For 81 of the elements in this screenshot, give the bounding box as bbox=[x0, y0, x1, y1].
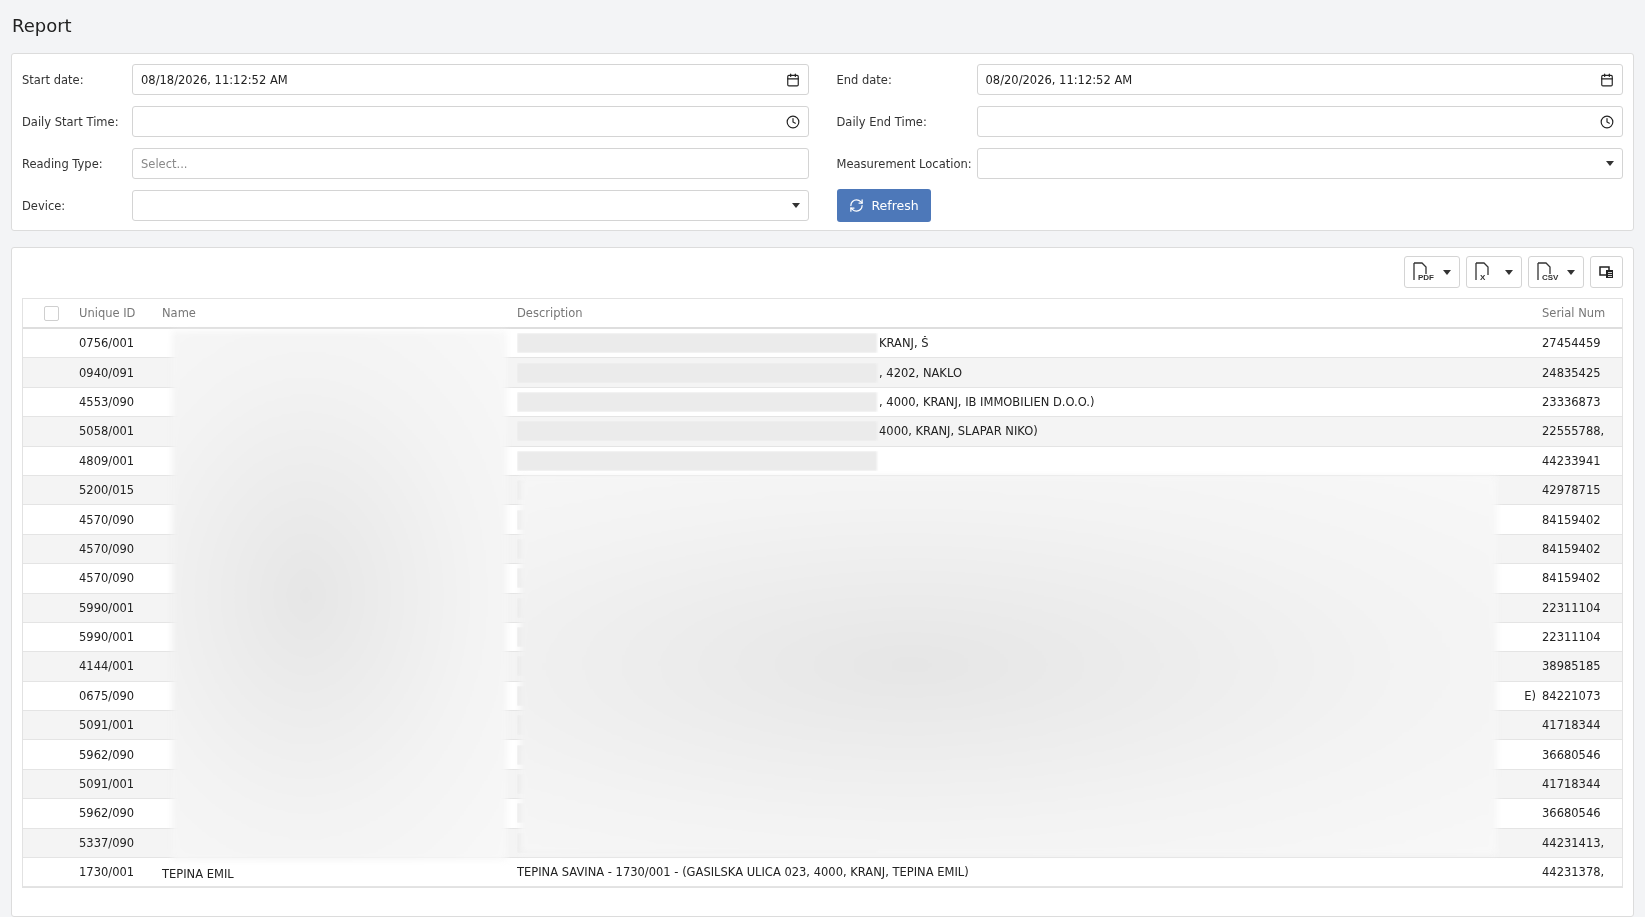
time-field[interactable] bbox=[132, 106, 809, 137]
table-cell-text: 27454459 bbox=[1542, 336, 1602, 351]
field-label: Start date: bbox=[22, 72, 85, 87]
table-cell-text: 84221073 bbox=[1542, 688, 1602, 703]
table-cell-text: 0756/001 bbox=[79, 336, 136, 351]
caret-icon bbox=[1505, 269, 1513, 275]
columns-button[interactable] bbox=[1590, 256, 1623, 288]
caret-icon bbox=[1606, 161, 1614, 166]
table-cell-text: 0675/090 bbox=[79, 688, 136, 703]
table-cell-text: 41718344 bbox=[1542, 718, 1602, 733]
table-cell-text: 44231378, bbox=[1542, 865, 1606, 880]
clock-icon bbox=[1600, 114, 1614, 129]
table-cell-text: 36680546 bbox=[1542, 747, 1602, 762]
table-cell-text: 5058/001 bbox=[79, 424, 136, 439]
table-cell-text: 4570/090 bbox=[79, 571, 136, 586]
refresh-icon bbox=[848, 198, 864, 213]
table-cell-text: 36680546 bbox=[1542, 806, 1602, 821]
table-cell-text: 1730/001 bbox=[79, 865, 136, 880]
table-cell-text: 5337/090 bbox=[79, 835, 136, 850]
page-title: Report bbox=[12, 14, 73, 38]
export-button[interactable]: X bbox=[1466, 256, 1522, 288]
table-cell: 4000, KRANJ, SLAPAR NIKO) bbox=[879, 424, 1038, 439]
table-cell-text: 42978715 bbox=[1542, 483, 1602, 498]
caret-icon bbox=[1443, 269, 1451, 275]
table-cell-text: 5990/001 bbox=[79, 600, 136, 615]
time-field[interactable] bbox=[976, 106, 1623, 137]
dropdown-field[interactable] bbox=[132, 190, 809, 221]
table-cell-text: 84159402 bbox=[1542, 571, 1602, 586]
table-cell-text: 4570/090 bbox=[79, 541, 136, 556]
table-cell-text: 5091/001 bbox=[79, 718, 136, 733]
table-cell-text: 5091/001 bbox=[79, 777, 136, 792]
table-cell-text: 22311104 bbox=[1542, 600, 1602, 615]
caret-icon bbox=[791, 203, 800, 208]
select-all-checkbox[interactable] bbox=[43, 305, 59, 321]
table-cell-text: 0940/091 bbox=[79, 365, 136, 380]
export-button[interactable]: CSV bbox=[1528, 256, 1584, 288]
column-header[interactable]: Unique ID bbox=[79, 306, 162, 320]
table-cell-text: 38985185 bbox=[1542, 659, 1602, 674]
table-cell: , 4000, KRANJ, IB IMMOBILIEN D.O.O.) bbox=[879, 394, 1095, 409]
table-cell-text: 22311104 bbox=[1542, 630, 1602, 645]
field-label: End date: bbox=[836, 72, 893, 87]
field-label: Reading Type: bbox=[22, 156, 104, 171]
table-cell: E) bbox=[1524, 688, 1536, 703]
column-header[interactable]: Name bbox=[162, 306, 517, 320]
calendar-icon bbox=[785, 72, 800, 87]
field-label: Device: bbox=[22, 198, 67, 213]
field-label: Daily End Time: bbox=[836, 114, 928, 129]
columns-icon bbox=[1599, 265, 1614, 279]
field-label: Daily Start Time: bbox=[22, 114, 120, 129]
table-cell-text: 84159402 bbox=[1542, 541, 1602, 556]
table-cell-text: 22555788, bbox=[1542, 424, 1606, 439]
calendar-icon bbox=[1600, 72, 1614, 87]
caret-icon bbox=[1567, 269, 1575, 275]
column-header[interactable]: Description bbox=[517, 306, 1542, 320]
table-cell: TEPINA EMIL bbox=[162, 866, 234, 881]
field-label: Measurement Location: bbox=[836, 156, 973, 171]
date-field[interactable]: 08/20/2026, 11:12:52 AM bbox=[976, 64, 1623, 95]
table-cell-text: 23336873 bbox=[1542, 394, 1602, 409]
table-cell-text: 44231413, bbox=[1542, 835, 1606, 850]
table-cell-text: 84159402 bbox=[1542, 512, 1602, 527]
refresh-button[interactable]: Refresh bbox=[836, 189, 931, 222]
table-cell-text: 5962/090 bbox=[79, 747, 136, 762]
table-cell-text: 5200/015 bbox=[79, 483, 136, 498]
table-cell: TEPINA SAVINA - 1730/001 - (GASILSKA ULICA 023, 4000, KRANJ, TEPINA EMIL) bbox=[517, 865, 969, 880]
export-button[interactable]: PDF bbox=[1404, 256, 1460, 288]
select-field[interactable]: Select... bbox=[132, 148, 809, 179]
table-cell: , 4202, NAKLO bbox=[879, 365, 962, 380]
table-cell-text: 5962/090 bbox=[79, 806, 136, 821]
table-cell: KRANJ, Š bbox=[879, 336, 929, 351]
date-field[interactable]: 08/18/2026, 11:12:52 AM bbox=[132, 64, 809, 95]
table-cell-text: 41718344 bbox=[1542, 777, 1602, 792]
clock-icon bbox=[785, 114, 800, 129]
dropdown-field[interactable] bbox=[976, 148, 1623, 179]
table-cell-text: 44233941 bbox=[1542, 453, 1602, 468]
table-cell-text: 5990/001 bbox=[79, 630, 136, 645]
column-header[interactable]: Serial Num bbox=[1542, 306, 1622, 320]
table-cell-text: 4144/001 bbox=[79, 659, 136, 674]
table-cell-text: 4570/090 bbox=[79, 512, 136, 527]
table-cell-text: 4553/090 bbox=[79, 394, 136, 409]
table-cell-text: 4809/001 bbox=[79, 453, 136, 468]
table-cell-text: 24835425 bbox=[1542, 365, 1602, 380]
